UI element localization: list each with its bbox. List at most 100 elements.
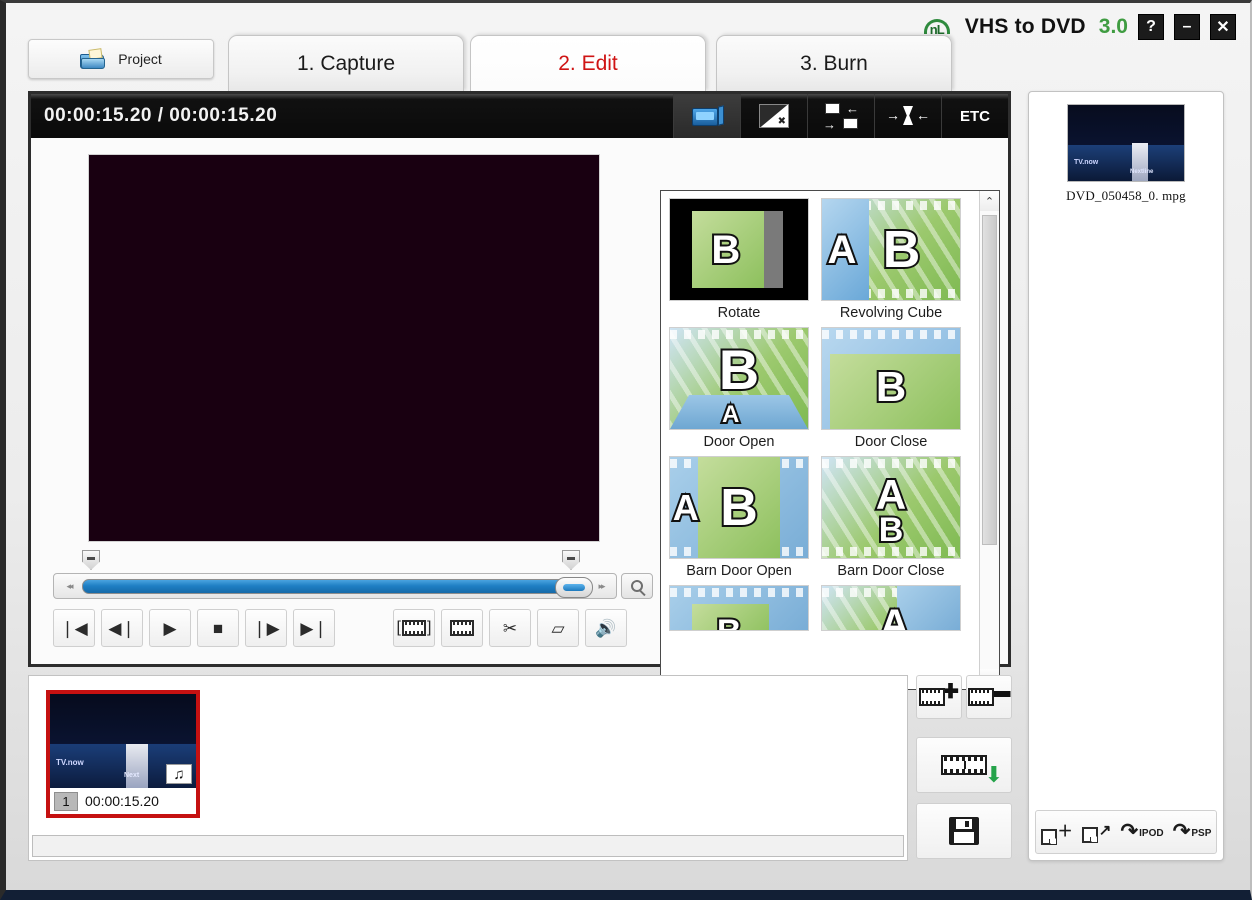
add-clip-button[interactable]: ✚ — [916, 675, 962, 719]
timeline-zoom-button[interactable] — [621, 573, 653, 599]
ipod-label: IPOD — [1139, 828, 1163, 839]
transition-thumbnail: B — [669, 198, 809, 301]
clip-thumbnail: TV.now Next ♫ — [50, 694, 196, 788]
green-arrow-icon: ⬇ — [985, 764, 1003, 786]
transition-item-door-close[interactable]: B Door Close — [821, 327, 961, 450]
eraser-icon: ▱ — [551, 620, 564, 637]
seek-row: ◂◂ ▸▸ — [53, 572, 653, 600]
tab-capture[interactable]: 1. Capture — [228, 35, 464, 91]
clip-meta: 1 00:00:15.20 — [50, 788, 196, 814]
export-file-icon[interactable]: ↗ — [1082, 821, 1112, 843]
transition-icon — [692, 106, 722, 127]
export-toolbar: ＋ ↗ ↷ IPOD ↷ PSP — [1035, 810, 1217, 854]
volume-button[interactable]: 🔊 — [585, 609, 627, 647]
transition-thumbnail: A — [821, 585, 961, 631]
tab-strip: Project 1. Capture 2. Edit 3. Burn — [28, 35, 1230, 93]
rewind-button[interactable]: ◂◂ — [56, 575, 82, 597]
previous-frame-button[interactable]: ◀❘ — [101, 609, 143, 647]
transition-item-rotate[interactable]: B Rotate — [669, 198, 809, 321]
media-file-item[interactable]: TV.now Nextline DVD_050458_0. mpg — [1029, 104, 1223, 204]
transition-tab-button[interactable] — [673, 94, 740, 138]
psp-export-icon[interactable]: ↷ PSP — [1173, 825, 1212, 839]
etc-tab-button[interactable]: ETC — [941, 94, 1008, 138]
tab-burn[interactable]: 3. Burn — [716, 35, 952, 91]
timecode-display: 00:00:15.20 / 00:00:15.20 — [31, 105, 277, 127]
transition-item-barn-door-close[interactable]: A B Barn Door Close — [821, 456, 961, 579]
magnifier-icon — [631, 580, 643, 592]
last-frame-button[interactable]: ▶❘ — [293, 609, 335, 647]
play-button[interactable]: ▶ — [149, 609, 191, 647]
ipod-export-icon[interactable]: ↷ IPOD — [1121, 825, 1164, 839]
scrollbar-track[interactable] — [980, 211, 999, 669]
transition-label: Door Close — [821, 430, 961, 450]
media-sidebar: TV.now Nextline DVD_050458_0. mpg ＋ ↗ ↷ … — [1028, 91, 1224, 861]
erase-button[interactable]: ▱ — [537, 609, 579, 647]
scroll-up-icon[interactable]: ⌃ — [980, 191, 999, 211]
trim-tab-button[interactable]: →← — [874, 94, 941, 138]
overlay-tab-button[interactable]: ← → — [807, 94, 874, 138]
transitions-grid: B Rotate A B Revolving Cube — [661, 191, 979, 689]
transition-item-door-open[interactable]: B A Door Open — [669, 327, 809, 450]
volume-icon: 🔊 — [595, 620, 616, 637]
transition-item-barn-door-open[interactable]: A B Barn Door Open — [669, 456, 809, 579]
preview-tool-group: ← → →← ETC — [673, 94, 1008, 138]
logo-text: nL — [930, 22, 944, 35]
next-frame-button[interactable]: ❘▶ — [245, 609, 287, 647]
film-icon — [968, 688, 994, 706]
scrollbar-thumb[interactable] — [982, 215, 997, 545]
transition-label: Barn Door Open — [669, 559, 809, 579]
transitions-scrollbar[interactable]: ⌃ ⌄ — [979, 191, 999, 689]
timeline-clip[interactable]: TV.now Next ♫ 1 00:00:15.20 — [46, 690, 200, 818]
timeline-horizontal-scrollbar[interactable] — [32, 835, 904, 857]
effect-icon — [759, 104, 789, 128]
transition-item-partial-2[interactable]: A — [821, 585, 961, 635]
add-file-icon[interactable]: ＋ — [1041, 820, 1073, 845]
trim-icon: →← — [886, 105, 930, 127]
last-frame-icon: ▶❘ — [300, 620, 327, 637]
remove-clip-button[interactable]: ▬ — [966, 675, 1012, 719]
preview-toolbar: 00:00:15.20 / 00:00:15.20 ← → — [31, 94, 1008, 138]
film-icon — [919, 688, 945, 706]
merge-film-icon — [941, 755, 987, 775]
bracket-left-icon: [ — [397, 619, 401, 637]
transition-item-partial-1[interactable]: B — [669, 585, 809, 635]
first-frame-button[interactable]: ❘◀ — [53, 609, 95, 647]
transition-label: Rotate — [669, 301, 809, 321]
thumb-overlay-text-1: TV.now — [1074, 159, 1098, 166]
stop-button[interactable]: ■ — [197, 609, 239, 647]
mark-in-handle[interactable] — [82, 550, 100, 570]
merge-clips-button[interactable]: ⬇ — [916, 737, 1012, 793]
scissors-icon: ✂ — [503, 620, 517, 637]
save-project-button[interactable] — [916, 803, 1012, 859]
transition-item-revolving-cube[interactable]: A B Revolving Cube — [821, 198, 961, 321]
transition-label: Revolving Cube — [821, 301, 961, 321]
stop-icon: ■ — [213, 620, 223, 637]
mark-in-button[interactable]: [ ] — [393, 609, 435, 647]
seek-bar[interactable]: ◂◂ ▸▸ — [53, 573, 617, 599]
transition-label — [669, 631, 809, 635]
cut-button[interactable]: ✂ — [489, 609, 531, 647]
overlay-icon: ← → — [823, 103, 859, 129]
transition-label: Barn Door Close — [821, 559, 961, 579]
transition-label — [821, 631, 961, 635]
mark-out-handle[interactable] — [562, 550, 580, 570]
seek-thumb[interactable] — [555, 577, 593, 598]
mark-out-button[interactable] — [441, 609, 483, 647]
clip-duration: 00:00:15.20 — [85, 793, 159, 809]
project-button-label: Project — [118, 51, 162, 67]
editor-panel: 00:00:15.20 / 00:00:15.20 ← → — [28, 91, 1011, 667]
curve-arrow-glyph: ↷ — [1173, 825, 1191, 839]
play-icon: ▶ — [163, 620, 176, 637]
transition-thumbnail: B A — [669, 327, 809, 430]
transition-thumbnail: B — [669, 585, 809, 631]
project-button[interactable]: Project — [28, 39, 214, 79]
video-preview[interactable] — [88, 154, 600, 542]
folder-icon — [80, 49, 106, 69]
tab-edit[interactable]: 2. Edit — [470, 35, 706, 91]
media-file-name: DVD_050458_0. mpg — [1029, 182, 1223, 204]
playback-controls: ❘◀ ◀❘ ▶ ■ ❘▶ ▶❘ [ ] ✂ ▱ 🔊 — [53, 608, 653, 648]
seek-track[interactable] — [82, 579, 588, 594]
transition-thumbnail: A B — [821, 456, 961, 559]
effect-tab-button[interactable] — [740, 94, 807, 138]
transition-thumbnail: A B — [669, 456, 809, 559]
